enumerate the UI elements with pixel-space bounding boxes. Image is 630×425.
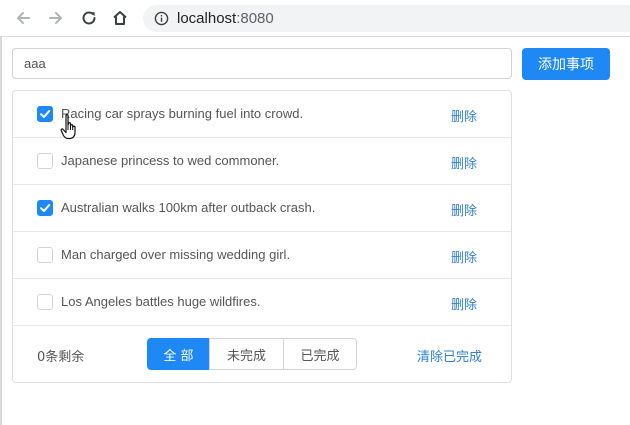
window-edge [0, 37, 2, 425]
back-button[interactable] [10, 6, 36, 30]
todo-text: Australian walks 100km after outback cra… [61, 200, 316, 215]
delete-button[interactable]: 删除 [451, 294, 477, 313]
todo-item: Japanese princess to wed commoner. 删除 [13, 138, 511, 185]
todo-item: Australian walks 100km after outback cra… [13, 185, 511, 232]
todo-footer: 0条剩余 全 部 未完成 已完成 清除已完成 [13, 326, 511, 383]
filter-group: 全 部 未完成 已完成 [147, 338, 357, 370]
filter-completed-button[interactable]: 已完成 [283, 338, 357, 370]
remaining-count: 0条剩余 [37, 350, 85, 365]
filter-active-button[interactable]: 未完成 [209, 338, 284, 370]
todo-item: Man charged over missing wedding girl. 删… [13, 232, 511, 279]
reload-button[interactable] [76, 6, 102, 30]
filter-all-button[interactable]: 全 部 [147, 338, 210, 370]
clear-completed-button[interactable]: 清除已完成 [417, 346, 482, 365]
delete-button[interactable]: 删除 [451, 106, 477, 125]
info-icon[interactable] [153, 11, 169, 27]
todo-input[interactable] [12, 48, 512, 79]
reload-icon [82, 11, 96, 25]
home-button[interactable] [107, 6, 133, 30]
hand-pointer-icon [60, 114, 76, 140]
home-icon [113, 11, 127, 25]
delete-button[interactable]: 删除 [451, 153, 477, 172]
delete-button[interactable]: 删除 [451, 200, 477, 219]
url-host: localhost [177, 10, 237, 27]
add-todo-button[interactable]: 添加事项 [522, 48, 610, 80]
address-url: localhost:8080 [177, 10, 274, 27]
todo-checkbox[interactable] [37, 294, 53, 310]
todo-checkbox-checked[interactable] [37, 106, 53, 122]
address-bar[interactable]: localhost:8080 [143, 5, 630, 32]
delete-button[interactable]: 删除 [451, 247, 477, 266]
todo-text: Racing car sprays burning fuel into crow… [61, 106, 304, 121]
todo-checkbox[interactable] [37, 247, 53, 263]
url-port: :8080 [236, 10, 274, 27]
browser-toolbar: localhost:8080 [0, 0, 630, 37]
todo-text: Japanese princess to wed commoner. [61, 153, 280, 168]
todo-list: Racing car sprays burning fuel into crow… [12, 90, 512, 383]
arrow-left-icon [17, 12, 30, 24]
todo-text: Los Angeles battles huge wildfires. [61, 294, 261, 309]
todo-item: Los Angeles battles huge wildfires. 删除 [13, 279, 511, 326]
todo-item: Racing car sprays burning fuel into crow… [13, 91, 511, 138]
todo-text: Man charged over missing wedding girl. [61, 247, 291, 262]
arrow-right-icon [49, 12, 62, 24]
todo-checkbox[interactable] [37, 153, 53, 169]
forward-button[interactable] [43, 6, 69, 30]
todo-checkbox-checked[interactable] [37, 200, 53, 216]
